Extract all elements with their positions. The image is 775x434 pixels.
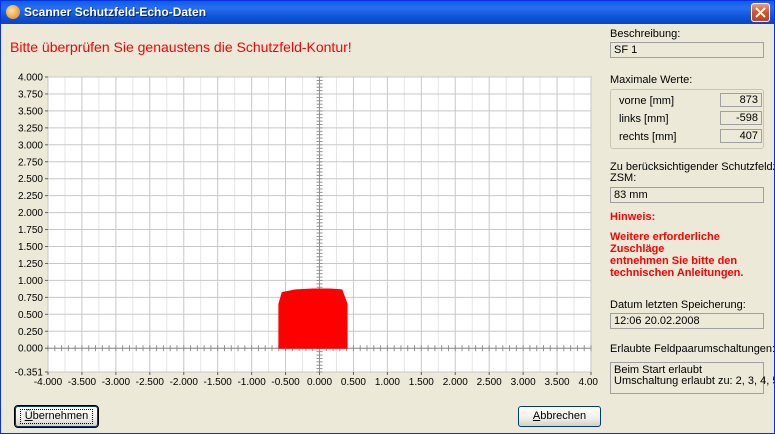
y-tick-label: 1.500 <box>18 242 43 253</box>
y-tick-label: 0.750 <box>18 293 43 304</box>
window-title: Scanner Schutzfeld-Echo-Daten <box>24 5 207 19</box>
y-tick-label: 3.500 <box>18 106 43 117</box>
field-pairs-field: Beim Start erlaubt Umschaltung erlaubt z… <box>610 362 774 394</box>
y-tick-label: 3.250 <box>18 123 43 134</box>
y-tick-label: 2.500 <box>18 174 43 185</box>
x-tick-label: -2.000 <box>170 377 199 388</box>
max-values-group: vorne [mm] 873 links [mm] -598 rechts [m… <box>610 89 764 149</box>
hint-body: Weitere erforderliche Zuschläge entnehme… <box>610 231 770 279</box>
x-tick-label: 0.500 <box>341 377 366 388</box>
description-field: SF 1 <box>610 42 764 58</box>
y-tick-label: 1.000 <box>18 276 43 287</box>
last-saved-field: 12:06 20.02.2008 <box>610 313 764 329</box>
max-value-label: links [mm] <box>619 113 669 125</box>
protective-field-chart: -0.351 0.000 0.250 0.500 0.750 1.000 1.250 1.50… <box>8 69 598 389</box>
y-tick-label: 0.000 <box>18 344 43 355</box>
hint-line: technischen Anleitungen. <box>610 267 744 279</box>
x-tick-label: 2.500 <box>477 377 502 388</box>
x-tick-label: -3.500 <box>68 377 97 388</box>
last-saved-label: Datum letzten Speicherung: <box>610 299 746 311</box>
y-tick-label: 4.000 <box>18 73 43 84</box>
max-value-field: -598 <box>720 111 762 125</box>
x-tick-label: -1.500 <box>204 377 233 388</box>
hint-line: entnehmen Sie bitte den <box>610 255 738 267</box>
title-bar[interactable]: Scanner Schutzfeld-Echo-Daten <box>1 1 774 24</box>
x-tick-label: 3.000 <box>511 377 536 388</box>
description-label: Beschreibung: <box>610 28 681 40</box>
zsm-label-line2: ZSM: <box>610 172 637 184</box>
warning-message: Bitte überprüfen Sie genaustens die Schu… <box>10 39 352 55</box>
x-tick-label: -0.500 <box>271 377 300 388</box>
field-pairs-line: Umschaltung erlaubt zu: 2, 3, 4, 5, 6, 7… <box>614 375 774 387</box>
max-values-label: Maximale Werte: <box>610 74 693 86</box>
apply-accel-key: Ü <box>24 410 33 422</box>
y-tick-label: 1.750 <box>18 225 43 236</box>
apply-button[interactable]: Übernehmen <box>14 405 99 428</box>
dialog-window: Scanner Schutzfeld-Echo-Daten Bitte über… <box>0 0 775 434</box>
max-value-field: 873 <box>720 93 762 107</box>
x-tick-label: -3.000 <box>102 377 131 388</box>
max-value-field: 407 <box>720 129 762 143</box>
chart-canvas: -0.3510.0000.2500.5000.7501.0001.2501.50… <box>15 73 598 389</box>
cancel-button-label: Abbrechen <box>533 410 586 422</box>
y-tick-label: 0.250 <box>18 327 43 338</box>
x-tick-label: 2.000 <box>443 377 468 388</box>
y-tick-label: 3.000 <box>18 140 43 151</box>
x-tick-label: -4.000 <box>34 377 63 388</box>
hint-title: Hinweis: <box>610 211 656 223</box>
y-tick-label: 2.000 <box>18 208 43 219</box>
y-tick-label: 2.750 <box>18 157 43 168</box>
apply-label-rest: bernehmen <box>32 410 89 422</box>
close-button[interactable] <box>751 3 770 22</box>
close-icon <box>755 7 766 18</box>
x-tick-label: -2.500 <box>136 377 165 388</box>
x-tick-label: 1.500 <box>409 377 434 388</box>
x-tick-label: -1.000 <box>237 377 266 388</box>
app-icon <box>6 5 20 19</box>
y-tick-label: 0.500 <box>18 310 43 321</box>
cancel-button[interactable]: Abbrechen <box>518 406 601 427</box>
x-tick-label: 3.500 <box>545 377 570 388</box>
max-value-label: vorne [mm] <box>619 95 675 107</box>
max-value-label: rechts [mm] <box>619 131 677 143</box>
protective-field-area <box>278 288 348 349</box>
x-tick-label: 0.000 <box>307 377 332 388</box>
zsm-field: 83 mm <box>610 187 764 203</box>
y-tick-label: 3.750 <box>18 89 43 100</box>
y-tick-label: 2.250 <box>18 191 43 202</box>
x-tick-label: 4.000 <box>578 377 598 388</box>
cancel-label-rest: bbrechen <box>540 410 587 422</box>
y-tick-label: 1.250 <box>18 259 43 270</box>
x-tick-label: 1.000 <box>375 377 400 388</box>
field-pairs-label: Erlaubte Feldpaarumschaltungen: <box>610 343 775 355</box>
hint-line: Weitere erforderliche Zuschläge <box>610 231 720 255</box>
apply-button-label: Übernehmen <box>19 409 94 424</box>
